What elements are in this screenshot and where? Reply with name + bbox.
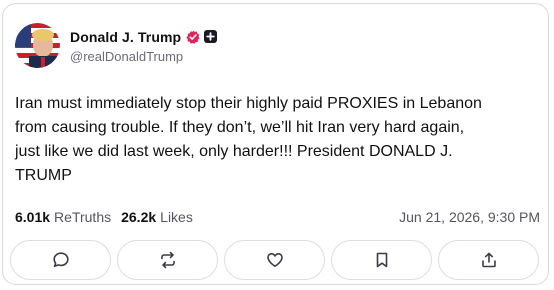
reply-button[interactable]: [10, 240, 111, 280]
avatar-image: [15, 22, 60, 68]
retruth-button[interactable]: [117, 240, 218, 280]
action-bar: [10, 240, 539, 280]
retruths-count: 6.01k: [15, 209, 51, 225]
timestamp[interactable]: Jun 21, 2026, 9:30 PM: [399, 209, 540, 225]
bookmark-icon: [376, 252, 387, 268]
display-name[interactable]: Donald J. Trump: [70, 29, 181, 45]
verified-icon: [186, 30, 200, 44]
likes-stat[interactable]: 26.2k Likes: [121, 209, 193, 225]
like-button[interactable]: [224, 240, 325, 280]
plus-icon: [204, 30, 218, 43]
avatar[interactable]: [15, 22, 60, 68]
share-icon: [481, 252, 496, 268]
likes-label: Likes: [160, 209, 193, 225]
post-text: Iran must immediately stop their highly …: [15, 95, 482, 184]
heart-icon: [266, 253, 283, 267]
retruth-icon: [160, 251, 175, 269]
name-row: Donald J. Trump: [70, 27, 218, 47]
handle[interactable]: @realDonaldTrump: [70, 49, 217, 64]
retruths-stat[interactable]: 6.01k ReTruths: [15, 209, 111, 225]
share-button[interactable]: [438, 240, 539, 280]
likes-count: 26.2k: [121, 209, 157, 225]
bookmark-button[interactable]: [331, 240, 432, 280]
post-header: Donald J. Trump @realDonaldTrump: [15, 20, 218, 70]
comment-icon: [52, 252, 69, 268]
retruths-label: ReTruths: [54, 209, 112, 225]
post-card: Donald J. Trump @realDonaldTrump Iran mu…: [2, 3, 549, 285]
post-meta: 6.01k ReTruths 26.2k Likes Jun 21, 2026,…: [15, 207, 540, 227]
author-info: Donald J. Trump @realDonaldTrump: [70, 27, 218, 64]
